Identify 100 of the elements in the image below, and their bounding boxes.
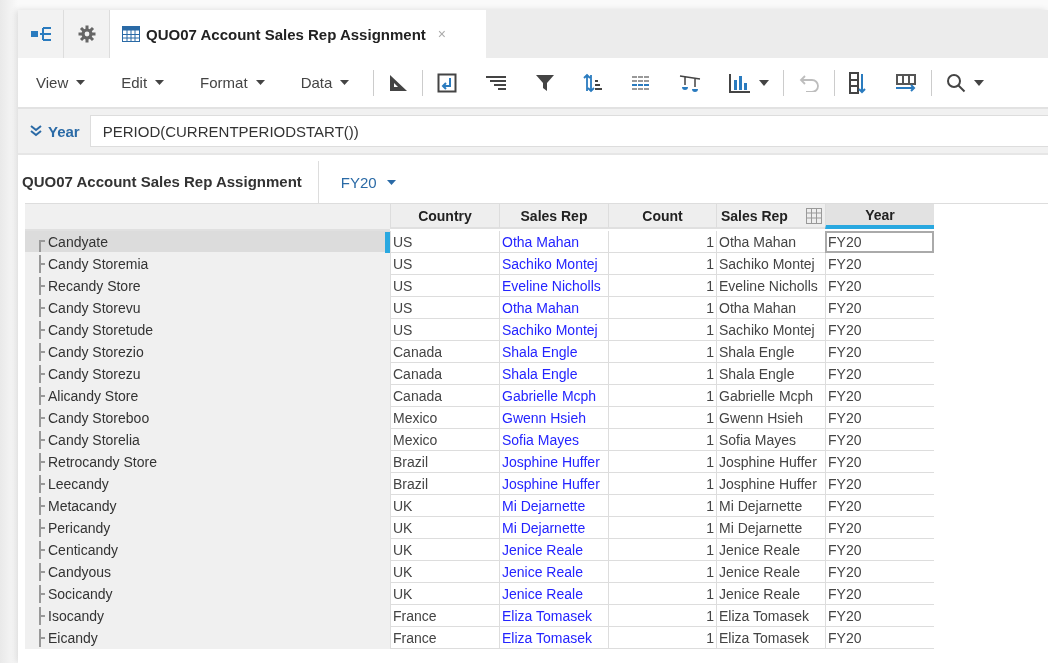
link-cell[interactable]: Gwenn Hsieh <box>499 407 608 429</box>
column-header[interactable]: Year <box>825 204 934 229</box>
link-cell[interactable]: Jenice Reale <box>499 561 608 583</box>
table-cell: France <box>390 627 499 649</box>
table-cell: FY20 <box>825 341 934 363</box>
row-header[interactable]: Leecandy <box>25 473 390 495</box>
table-cell: FY20 <box>825 275 934 297</box>
hierarchy-tab[interactable] <box>18 10 64 58</box>
row-header[interactable]: Centicandy <box>25 539 390 561</box>
link-cell[interactable]: Sachiko Montej <box>499 253 608 275</box>
table-cell: Josphine Huffer <box>716 451 825 473</box>
caret-icon <box>759 79 770 86</box>
table-cell: FY20 <box>825 627 934 649</box>
tree-connector <box>39 562 46 581</box>
table-cell: US <box>390 231 499 253</box>
balance-scale-icon <box>679 72 702 93</box>
pivot-icon <box>437 72 458 93</box>
tree-connector <box>39 452 46 471</box>
menu-button[interactable]: Data <box>288 74 362 91</box>
table-cell: FY20 <box>825 319 934 341</box>
link-cell[interactable]: Jenice Reale <box>499 539 608 561</box>
link-cell[interactable]: Eliza Tomasek <box>499 605 608 627</box>
link-cell[interactable]: Mi Dejarnette <box>499 495 608 517</box>
table-cell: Jenice Reale <box>716 539 825 561</box>
link-cell[interactable]: Gabrielle Mcph <box>499 385 608 407</box>
table-cell: Otha Mahan <box>716 297 825 319</box>
table-cell: 1 <box>608 253 716 275</box>
tree-connector <box>39 320 46 339</box>
link-cell[interactable]: Eveline Nicholls <box>499 275 608 297</box>
menu-button[interactable]: View <box>24 74 98 91</box>
row-header[interactable]: Socicandy <box>25 583 390 605</box>
table-cell: 1 <box>608 473 716 495</box>
link-cell[interactable]: Otha Mahan <box>499 297 608 319</box>
table-cell: FY20 <box>825 407 934 429</box>
link-cell[interactable]: Eliza Tomasek <box>499 627 608 649</box>
row-header[interactable]: Candy Storezio <box>25 341 390 363</box>
search-icon <box>946 72 967 93</box>
row-header[interactable]: Recandy Store <box>25 275 390 297</box>
link-cell[interactable]: Shala Engle <box>499 341 608 363</box>
table-cell: France <box>390 605 499 627</box>
column-header[interactable]: Sales Rep <box>716 204 825 229</box>
row-header[interactable]: Candyate <box>25 231 390 253</box>
column-header[interactable]: Sales Rep <box>499 204 608 229</box>
selection-marker <box>385 232 390 253</box>
caret-icon <box>340 80 350 85</box>
row-header[interactable]: Pericandy <box>25 517 390 539</box>
table-cell: Mexico <box>390 407 499 429</box>
filter-field[interactable]: PERIOD(CURRENTPERIODSTART()) <box>89 115 1048 147</box>
row-header[interactable]: Retrocandy Store <box>25 451 390 473</box>
link-cell[interactable]: Josphine Huffer <box>499 451 608 473</box>
menu-button[interactable]: Format <box>188 74 277 91</box>
tree-connector <box>39 364 46 383</box>
table-cell: UK <box>390 561 499 583</box>
row-header[interactable]: Isocandy <box>25 605 390 627</box>
table-cell: FY20 <box>825 429 934 451</box>
link-cell[interactable]: Josphine Huffer <box>499 473 608 495</box>
link-cell[interactable]: Sachiko Montej <box>499 319 608 341</box>
link-cell[interactable]: Shala Engle <box>499 363 608 385</box>
link-cell[interactable]: Otha Mahan <box>499 231 608 253</box>
table-cell: Sachiko Montej <box>716 319 825 341</box>
table-cell: Eliza Tomasek <box>716 627 825 649</box>
row-header[interactable]: Candy Storevu <box>25 297 390 319</box>
table-cell: 1 <box>608 231 716 253</box>
table-cell: Shala Engle <box>716 341 825 363</box>
period-dropdown[interactable]: FY20 <box>318 173 418 191</box>
row-header[interactable]: Candy Storetude <box>25 319 390 341</box>
table-cell: UK <box>390 539 499 561</box>
row-header[interactable]: Alicandy Store <box>25 385 390 407</box>
table-cell: FY20 <box>825 363 934 385</box>
caret-icon <box>255 80 265 85</box>
sheet-title: QUO07 Account Sales Rep Assignment <box>22 161 319 203</box>
row-header[interactable]: Candy Storeboo <box>25 407 390 429</box>
table-cell: 1 <box>608 429 716 451</box>
row-header[interactable]: Candy Storemia <box>25 253 390 275</box>
link-cell[interactable]: Mi Dejarnette <box>499 517 608 539</box>
row-header[interactable]: Metacandy <box>25 495 390 517</box>
table-cell: FY20 <box>825 539 934 561</box>
row-header[interactable]: Candy Storezu <box>25 363 390 385</box>
sheet-tab[interactable]: QUO07 Account Sales Rep Assignment × <box>110 10 486 58</box>
link-cell[interactable]: Jenice Reale <box>499 583 608 605</box>
collapse-icon[interactable] <box>30 125 42 137</box>
table-cell: FY20 <box>825 473 934 495</box>
column-header[interactable]: Country <box>390 204 499 229</box>
column-header[interactable]: Count <box>608 204 716 229</box>
tree-connector <box>39 239 46 252</box>
link-cell[interactable]: Sofia Mayes <box>499 429 608 451</box>
grid-icon <box>631 74 652 91</box>
menu-button[interactable]: Edit <box>109 74 177 91</box>
table-cell: Jenice Reale <box>716 561 825 583</box>
tree-connector <box>39 276 46 295</box>
row-header[interactable]: Eicandy <box>25 627 390 649</box>
tree-connector <box>39 254 46 273</box>
table-cell: FY20 <box>825 495 934 517</box>
table-cell: 1 <box>608 451 716 473</box>
tree-connector <box>39 584 46 603</box>
settings-tab[interactable] <box>64 10 110 58</box>
table-cell: Mi Dejarnette <box>716 517 825 539</box>
row-header[interactable]: Candyous <box>25 561 390 583</box>
tab-title: QUO07 Account Sales Rep Assignment <box>146 25 426 43</box>
row-header[interactable]: Candy Storelia <box>25 429 390 451</box>
